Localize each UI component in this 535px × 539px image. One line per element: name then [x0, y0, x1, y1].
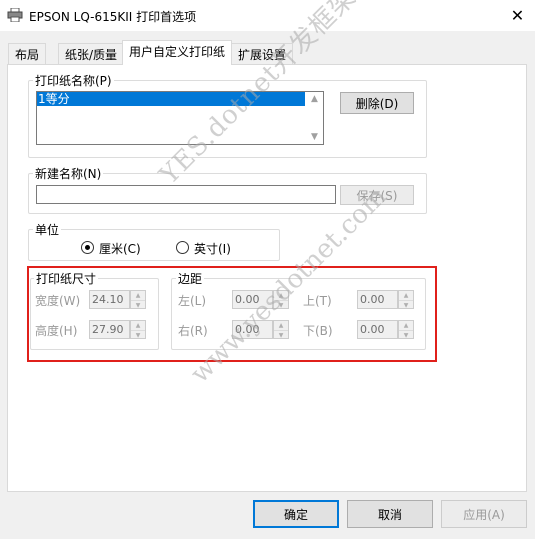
- list-scrollbar[interactable]: ▲ ▼: [306, 92, 323, 144]
- tab-layout[interactable]: 布局: [8, 43, 47, 64]
- new-name-legend: 新建名称(N): [33, 165, 104, 182]
- window-title: EPSON LQ-615KII 打印首选项: [29, 10, 197, 24]
- delete-button[interactable]: 删除(D): [340, 92, 414, 114]
- radio-selected-icon: [81, 241, 94, 254]
- tab-paper-quality[interactable]: 纸张/质量: [58, 43, 125, 64]
- tab-custom-paper[interactable]: 用户自定义打印纸: [122, 40, 233, 65]
- unit-inch-label[interactable]: 英寸(I): [194, 240, 231, 257]
- unit-legend: 单位: [33, 221, 62, 238]
- title-bar: EPSON LQ-615KII 打印首选项 ✕: [0, 0, 535, 31]
- scroll-up-icon[interactable]: ▲: [306, 92, 323, 106]
- close-icon: ✕: [510, 6, 525, 25]
- printer-icon: [7, 8, 23, 22]
- new-name-input[interactable]: [36, 185, 336, 204]
- unit-inch-radio[interactable]: [176, 241, 189, 254]
- unit-group: [28, 229, 280, 261]
- scroll-down-icon[interactable]: ▼: [306, 130, 323, 144]
- cancel-button[interactable]: 取消: [347, 500, 433, 528]
- radio-unselected-icon: [176, 241, 189, 254]
- close-button[interactable]: ✕: [500, 0, 535, 31]
- unit-cm-label[interactable]: 厘米(C): [99, 240, 141, 257]
- ok-button[interactable]: 确定: [253, 500, 339, 528]
- paper-name-legend: 打印纸名称(P): [33, 72, 114, 89]
- unit-cm-radio[interactable]: [81, 241, 94, 254]
- apply-button[interactable]: 应用(A): [441, 500, 527, 528]
